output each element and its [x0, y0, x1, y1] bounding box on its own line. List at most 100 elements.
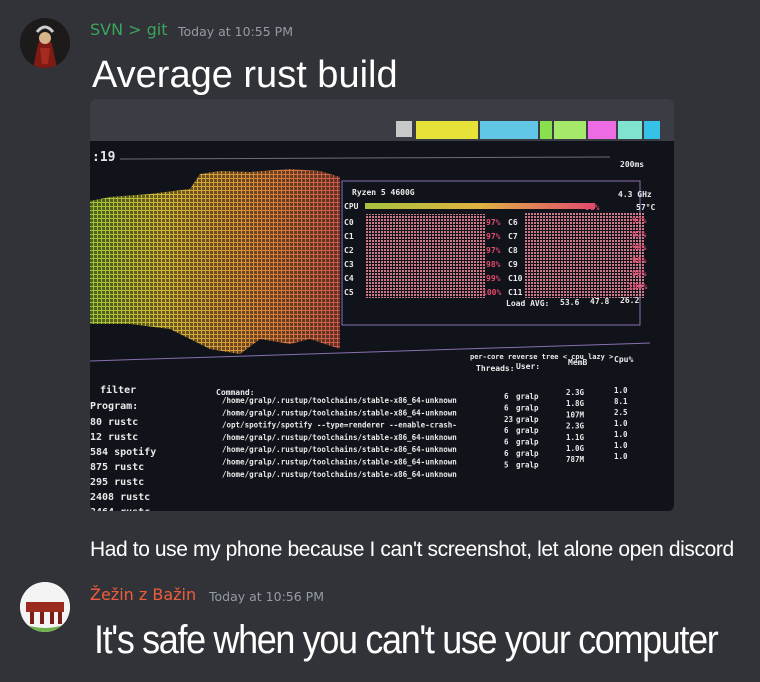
- process-threads: 6: [504, 392, 509, 401]
- process-mem: 107M: [566, 410, 585, 419]
- image-attachment[interactable]: :19 200ms Ryzen 5 4600G 4.3 GHz CPU 98% …: [90, 99, 674, 511]
- svg-text:C3: C3: [344, 260, 354, 269]
- svg-text:C9: C9: [508, 260, 518, 269]
- avatar[interactable]: [20, 582, 70, 632]
- cpu-total-label: CPU: [344, 202, 359, 211]
- process-cpu: 8.1: [614, 397, 628, 406]
- clock: :19: [92, 150, 115, 165]
- svg-text:C5: C5: [344, 288, 354, 297]
- process-mem: 787M: [566, 455, 585, 464]
- process-user: gralp: [516, 415, 539, 424]
- terminal-photo: :19 200ms Ryzen 5 4600G 4.3 GHz CPU 98% …: [90, 99, 674, 511]
- svg-text:99%: 99%: [632, 269, 647, 278]
- message-caption: Had to use my phone because I can't scre…: [90, 538, 734, 561]
- threads-label: Threads:: [476, 364, 515, 373]
- process-command: /home/gralp/.rustup/toolchains/stable-x8…: [222, 433, 457, 442]
- refresh-rate: 200ms: [620, 160, 644, 169]
- cpu-label: Cpu%: [614, 355, 633, 364]
- cpu-name: Ryzen 5 4600G: [352, 188, 415, 197]
- svg-text:97%: 97%: [632, 230, 647, 239]
- svg-text:98%: 98%: [632, 256, 647, 265]
- svg-text:100%: 100%: [482, 288, 501, 297]
- proc-header: per-core reverse tree < cpu lazy >: [470, 353, 613, 361]
- avatar-image: [20, 18, 70, 68]
- load-avg-1: 53.6: [560, 298, 579, 307]
- svg-text:98%: 98%: [632, 243, 647, 252]
- svg-text:98%: 98%: [486, 260, 501, 269]
- svg-text:C4: C4: [344, 274, 354, 283]
- process-threads: 6: [504, 426, 509, 435]
- svg-text:97%: 97%: [632, 216, 647, 225]
- process-threads: 6: [504, 438, 509, 447]
- process-mem: 2.3G: [566, 388, 585, 397]
- process-program: 2408 rustc: [90, 492, 150, 503]
- message-2: Žežin z Bažin Today at 10:56 PM It's saf…: [0, 570, 760, 682]
- process-user: gralp: [516, 426, 539, 435]
- process-mem: 1.0G: [566, 444, 585, 453]
- timestamp: Today at 10:56 PM: [209, 589, 324, 604]
- process-user: gralp: [516, 403, 539, 412]
- cpu-frequency: 4.3 GHz: [618, 190, 652, 199]
- process-command: /home/gralp/.rustup/toolchains/stable-x8…: [222, 408, 457, 417]
- process-program: 295 rustc: [90, 477, 144, 488]
- process-mem: 2.3G: [566, 422, 585, 431]
- process-command: /home/gralp/.rustup/toolchains/stable-x8…: [222, 458, 457, 467]
- svg-text:97%: 97%: [486, 232, 501, 241]
- avatar[interactable]: [20, 18, 70, 68]
- process-program: 80 rustc: [90, 417, 138, 428]
- svg-text:C11: C11: [508, 288, 523, 297]
- avatar-image: [20, 582, 70, 632]
- svg-text:C8: C8: [508, 246, 518, 255]
- svg-text:97%: 97%: [486, 218, 501, 227]
- svg-text:C0: C0: [344, 218, 354, 227]
- process-command: /home/gralp/.rustup/toolchains/stable-x8…: [222, 396, 457, 405]
- author-name[interactable]: Žežin z Bažin: [90, 585, 196, 604]
- process-user: gralp: [516, 460, 539, 469]
- process-cpu: 2.5: [614, 408, 628, 417]
- process-cpu: 1.0: [614, 452, 628, 461]
- process-user: gralp: [516, 449, 539, 458]
- message-1: SVN > git Today at 10:55 PM Average rust…: [0, 0, 760, 570]
- message-heading: Average rust build: [92, 54, 398, 96]
- process-cpu: 1.0: [614, 419, 628, 428]
- process-cpu: 1.0: [614, 430, 628, 439]
- author-name[interactable]: SVN > git: [90, 20, 168, 39]
- load-avg-15: 26.2: [620, 296, 639, 305]
- process-threads: 23: [504, 415, 514, 424]
- process-program: 12 rustc: [90, 432, 138, 443]
- svg-text:C1: C1: [344, 232, 354, 241]
- process-program: 875 rustc: [90, 462, 144, 473]
- process-program: 2464 rustc: [90, 507, 150, 511]
- process-threads: 6: [504, 403, 509, 412]
- process-mem: 1.1G: [566, 433, 585, 442]
- cpu-total-percent: 98%: [585, 203, 600, 212]
- process-command: /home/gralp/.rustup/toolchains/stable-x8…: [222, 470, 457, 479]
- process-threads: 5: [504, 460, 509, 469]
- svg-text:C10: C10: [508, 274, 523, 283]
- svg-text:100%: 100%: [628, 282, 647, 291]
- process-command: /opt/spotify/spotify --type=renderer --e…: [222, 421, 457, 430]
- load-avg-5: 47.8: [590, 297, 609, 306]
- timestamp: Today at 10:55 PM: [178, 24, 293, 39]
- svg-text:99%: 99%: [486, 274, 501, 283]
- process-user: gralp: [516, 392, 539, 401]
- svg-text:97%: 97%: [486, 246, 501, 255]
- load-avg-label: Load AVG:: [506, 299, 549, 308]
- svg-text:C2: C2: [344, 246, 354, 255]
- mem-label: MemB: [568, 358, 587, 367]
- filter-label: filter: [100, 384, 136, 396]
- program-label: Program:: [90, 401, 138, 412]
- process-threads: 6: [504, 449, 509, 458]
- cpu-total-bar: [365, 203, 595, 209]
- process-command: /home/gralp/.rustup/toolchains/stable-x8…: [222, 445, 457, 454]
- process-user: gralp: [516, 438, 539, 447]
- process-program: 584 spotify: [90, 446, 156, 458]
- process-mem: 1.8G: [566, 399, 585, 408]
- process-cpu: 1.0: [614, 441, 628, 450]
- svg-text:C6: C6: [508, 218, 518, 227]
- user-label: User:: [516, 362, 540, 371]
- process-cpu: 1.0: [614, 386, 628, 395]
- cpu-temperature: 57°C: [636, 203, 655, 212]
- svg-text:C7: C7: [508, 232, 518, 241]
- message-heading: It's safe when you can't use your comput…: [94, 618, 719, 662]
